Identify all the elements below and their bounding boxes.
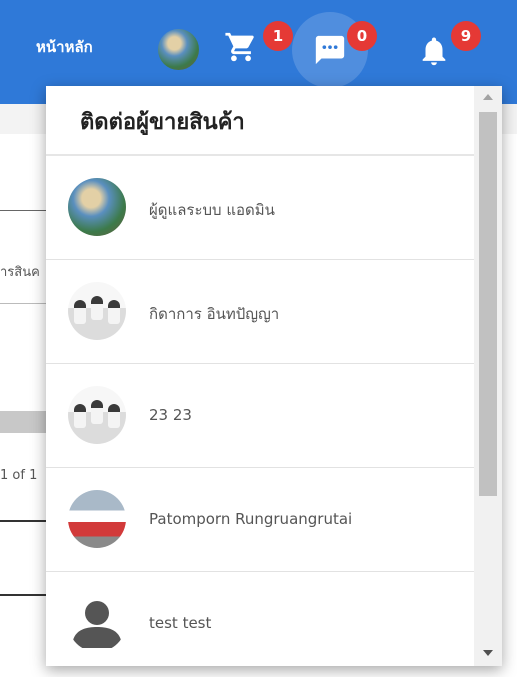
background-table-box <box>0 520 48 596</box>
list-item[interactable]: test test <box>46 572 474 666</box>
bell-icon[interactable] <box>417 34 451 68</box>
group-photo-avatar <box>68 282 126 340</box>
background-text-fragment: ารสินค <box>0 265 40 280</box>
crowd-photo-avatar <box>68 490 126 548</box>
photo-avatar <box>68 178 126 236</box>
scroll-up-arrow-icon[interactable] <box>483 94 493 100</box>
list-item[interactable]: กิดาการ อินทปัญญา <box>46 260 474 364</box>
cart-icon[interactable] <box>224 30 258 64</box>
panel-title: ติดต่อผู้ขายสินค้า <box>80 110 245 135</box>
list-item[interactable]: Patomporn Rungruangrutai <box>46 468 474 572</box>
user-avatar[interactable] <box>158 29 199 70</box>
contact-name: กิดาการ อินทปัญญา <box>149 305 280 323</box>
cart-count-badge: 1 <box>263 21 293 51</box>
contact-name: Patomporn Rungruangrutai <box>149 510 353 528</box>
contact-list: ผู้ดูแลระบบ แอดมิน กิดาการ อินทปัญญา 23 … <box>46 156 474 666</box>
messages-count-badge: 0 <box>347 21 377 51</box>
default-user-icon <box>68 594 126 652</box>
background-header-cell <box>0 411 48 433</box>
contact-name: 23 23 <box>149 406 192 424</box>
panel-scrollbar[interactable] <box>474 86 502 666</box>
contact-sellers-dropdown: ติดต่อผู้ขายสินค้า ผู้ดูแลระบบ แอดมิน กิ… <box>46 86 502 666</box>
background-divider <box>0 303 48 304</box>
notifications-count-badge: 9 <box>451 21 481 51</box>
home-link[interactable]: หน้าหลัก <box>36 35 93 59</box>
scroll-down-arrow-icon[interactable] <box>483 650 493 656</box>
contact-name: ผู้ดูแลระบบ แอดมิน <box>149 201 275 219</box>
background-divider <box>0 210 48 211</box>
background-pagination-text: 1 of 1 <box>0 468 38 483</box>
scroll-thumb[interactable] <box>479 112 497 496</box>
list-item[interactable]: ผู้ดูแลระบบ แอดมิน <box>46 156 474 260</box>
list-item[interactable]: 23 23 <box>46 364 474 468</box>
group-photo-avatar <box>68 386 126 444</box>
chat-icon[interactable] <box>313 33 347 67</box>
contact-name: test test <box>149 614 212 632</box>
